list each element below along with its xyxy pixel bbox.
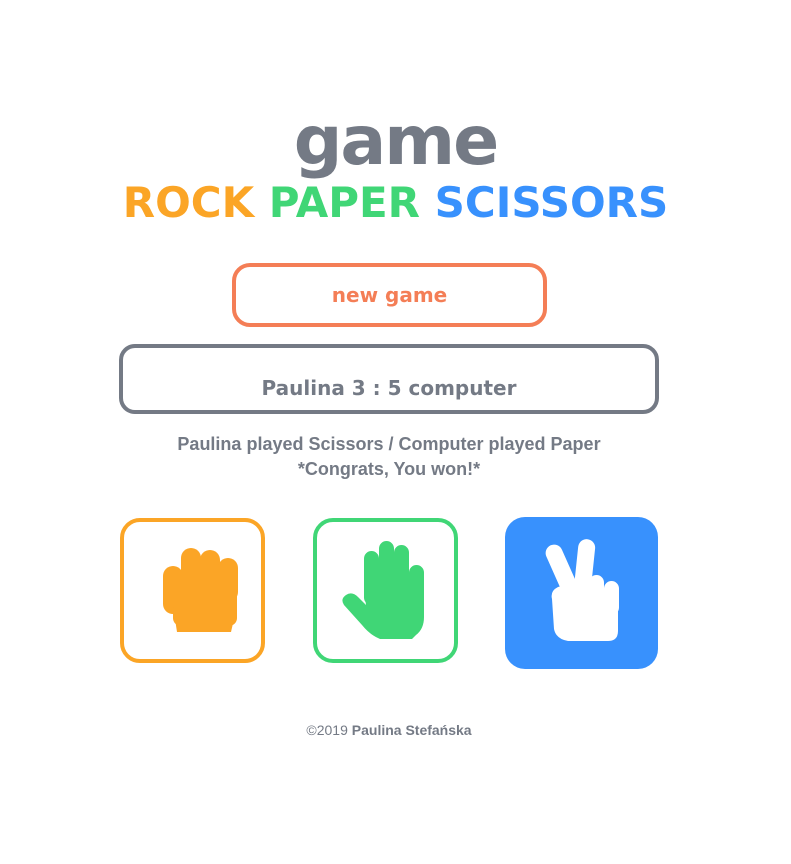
scissors-button[interactable] xyxy=(505,517,658,669)
game-subtitle: ROCK PAPER SCISSORS xyxy=(0,178,791,228)
round-result: Paulina played Scissors / Computer playe… xyxy=(177,434,601,454)
subtitle-paper: PAPER xyxy=(268,178,421,227)
footer: ©2019 Paulina Stefańska xyxy=(0,722,778,738)
copyright: ©2019 xyxy=(306,722,348,738)
victory-hand-icon xyxy=(545,539,619,641)
open-hand-icon xyxy=(341,540,424,639)
scoreboard: Paulina 3 : 5 computer xyxy=(119,344,659,414)
rock-button[interactable] xyxy=(120,518,265,663)
subtitle-rock: ROCK xyxy=(122,178,255,227)
subtitle-scissors: SCISSORS xyxy=(434,178,669,227)
new-game-button[interactable]: new game xyxy=(232,263,547,327)
score-text: Paulina 3 : 5 computer xyxy=(261,375,517,400)
win-message: *Congrats, You won!* xyxy=(297,459,481,479)
game-title: game xyxy=(293,102,500,181)
footer-author: Paulina Stefańska xyxy=(351,722,472,738)
fist-icon xyxy=(162,547,238,632)
paper-button[interactable] xyxy=(313,518,458,663)
